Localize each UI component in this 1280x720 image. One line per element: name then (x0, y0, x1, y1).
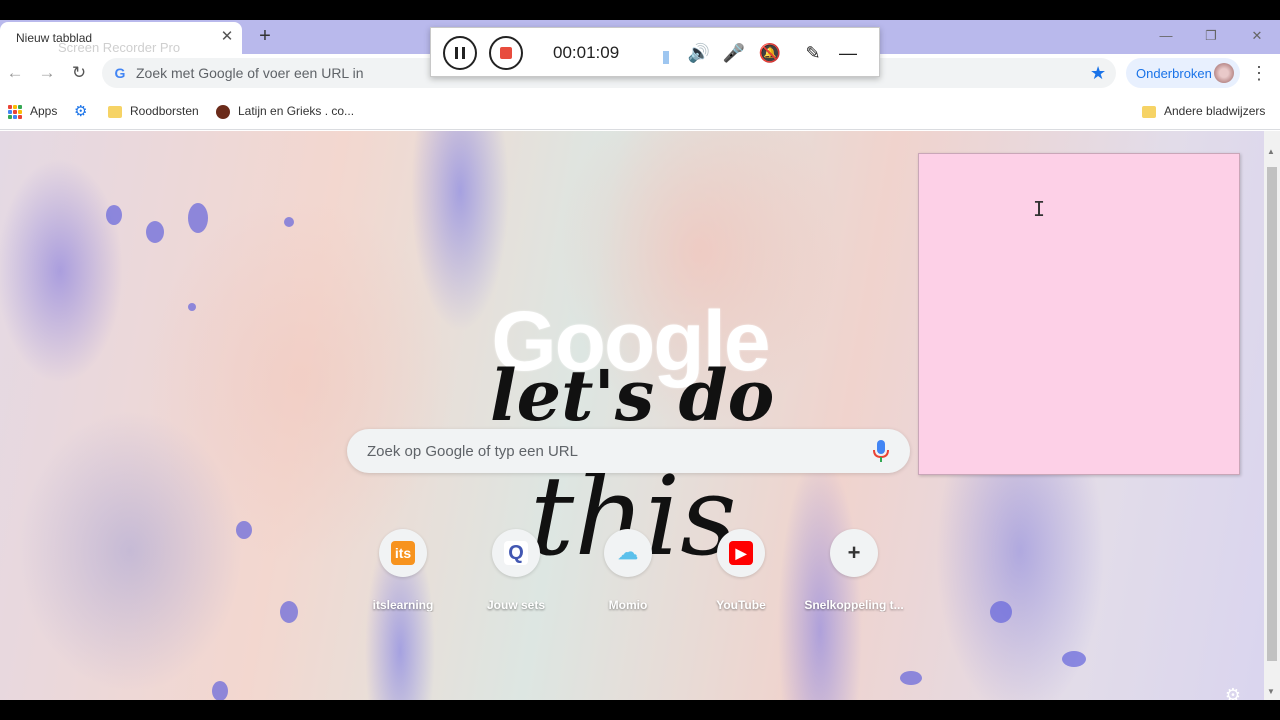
background-blob (1062, 651, 1086, 667)
background-blob (236, 521, 252, 539)
screen: Nieuw tabblad Screen Recorder Pro ✕ + — … (0, 0, 1280, 720)
bookmark-label: Latijn en Grieks . co... (238, 104, 355, 118)
pen-annotate-icon[interactable]: ✎ (800, 40, 826, 66)
google-g-icon: G (114, 65, 126, 81)
shortcut-favicon-icon: Q (504, 541, 528, 565)
apps-grid-icon (8, 104, 22, 119)
speaker-icon[interactable]: 🔊 (686, 40, 712, 66)
text-cursor-icon: I (1033, 197, 1046, 221)
audio-level-meter (663, 42, 669, 64)
stop-icon (500, 47, 512, 59)
shortcut-label: Jouw sets (486, 598, 546, 612)
shortcut-favicon-icon: its (391, 541, 415, 565)
background-blob (990, 601, 1012, 623)
omnibox-placeholder: Zoek met Google of voer een URL in (136, 65, 364, 81)
profile-status-label: Onderbroken (1136, 66, 1212, 81)
scrollbar[interactable]: ▲ ▼ (1264, 131, 1280, 700)
bookmark-latijn-grieks[interactable]: Latijn en Grieks . co... (216, 102, 354, 120)
wallpaper-lettering-top: let's do (490, 354, 775, 437)
shortcut-label: YouTube (716, 598, 766, 612)
bookmark-label: Apps (30, 104, 58, 118)
site-favicon-icon (216, 104, 230, 119)
folder-icon (1142, 105, 1156, 118)
shortcut-icon-circle[interactable]: ☁ (604, 529, 652, 577)
customize-gear-icon[interactable]: ⚙ (1224, 686, 1242, 700)
shortcut-favicon-icon: ☁ (618, 542, 638, 564)
shortcut-tile[interactable]: its itslearning (347, 529, 459, 619)
menu-kebab-icon[interactable]: ⋮ (1250, 62, 1268, 84)
browser-window: Nieuw tabblad Screen Recorder Pro ✕ + — … (0, 20, 1280, 700)
new-tab-button[interactable]: + (254, 25, 276, 47)
bookmark-star-icon[interactable]: ★ (1090, 62, 1106, 84)
shortcut-favicon-icon: + (842, 541, 866, 565)
reload-button[interactable]: ↻ (68, 62, 90, 84)
ntp-searchbox[interactable] (347, 429, 910, 473)
window-close-button[interactable]: ✕ (1245, 26, 1269, 46)
background-blob (280, 601, 298, 623)
sticky-note[interactable]: I (918, 153, 1240, 475)
shortcut-icon-circle[interactable]: its (379, 529, 427, 577)
forward-button[interactable]: → (36, 62, 58, 84)
background-blob (106, 205, 122, 225)
background-blob (284, 217, 294, 227)
background-blob (900, 671, 922, 685)
bookmark-folder-roodborsten[interactable]: Roodborsten (108, 102, 199, 120)
scroll-up-arrow-icon[interactable]: ▲ (1267, 147, 1275, 156)
shortcut-favicon-icon: ▶ (729, 541, 753, 565)
tab-new-tab[interactable]: Nieuw tabblad Screen Recorder Pro ✕ (0, 22, 242, 55)
bookmark-apps[interactable]: Apps (8, 102, 57, 120)
shortcut-label: Snelkoppeling t... (804, 598, 904, 612)
tab-close-icon[interactable]: ✕ (218, 28, 236, 46)
recorder-minimize-button[interactable]: — (835, 40, 861, 66)
shortcut-icon-circle[interactable]: + (830, 529, 878, 577)
folder-icon (108, 105, 122, 118)
scrollbar-thumb[interactable] (1267, 167, 1277, 661)
back-button[interactable]: ← (4, 62, 26, 84)
shortcut-label: Momio (608, 598, 648, 612)
shortcut-icon-circle[interactable]: ▶ (717, 529, 765, 577)
bookmark-label: Andere bladwijzers (1164, 104, 1266, 118)
window-restore-button[interactable]: ❐ (1199, 26, 1223, 46)
recording-timer: 00:01:09 (553, 43, 620, 62)
background-blob (188, 203, 208, 233)
window-minimize-button[interactable]: — (1154, 26, 1178, 46)
avatar (1214, 63, 1234, 83)
pause-icon (455, 47, 465, 59)
bookmark-folder-other[interactable]: Andere bladwijzers (1142, 102, 1265, 120)
pause-button[interactable] (443, 36, 477, 70)
shortcut-label: itslearning (372, 598, 434, 612)
bookmark-settings[interactable]: ⚙ (74, 102, 95, 120)
webcam-muted-icon[interactable]: 🔕 (757, 40, 783, 66)
screen-recorder-toolbar: 00:01:09 🔊 🎤 🔕 ✎ — (430, 27, 880, 77)
recorder-watermark: Screen Recorder Pro (58, 40, 181, 55)
search-input[interactable] (367, 440, 847, 462)
shortcut-icon-circle[interactable]: Q (492, 529, 540, 577)
shortcut-tile[interactable]: ▶ YouTube (685, 529, 797, 619)
profile-button[interactable]: Onderbroken (1126, 58, 1240, 88)
shortcut-tile[interactable]: + Snelkoppeling t... (798, 529, 910, 619)
bookmark-label: Roodborsten (130, 104, 199, 118)
background-blob (212, 681, 228, 700)
bookmarks-bar: Apps ⚙ Roodborsten Latijn en Grieks . co… (0, 92, 1280, 130)
background-blob (188, 303, 196, 311)
shortcut-tile[interactable]: Q Jouw sets (460, 529, 572, 619)
scroll-down-arrow-icon[interactable]: ▼ (1267, 687, 1275, 696)
gear-icon: ⚙ (74, 102, 88, 120)
background-blob (146, 221, 164, 243)
microphone-muted-icon[interactable]: 🎤 (721, 40, 747, 66)
stop-button[interactable] (489, 36, 523, 70)
shortcut-tile[interactable]: ☁ Momio (572, 529, 684, 619)
microphone-icon[interactable] (873, 439, 889, 463)
